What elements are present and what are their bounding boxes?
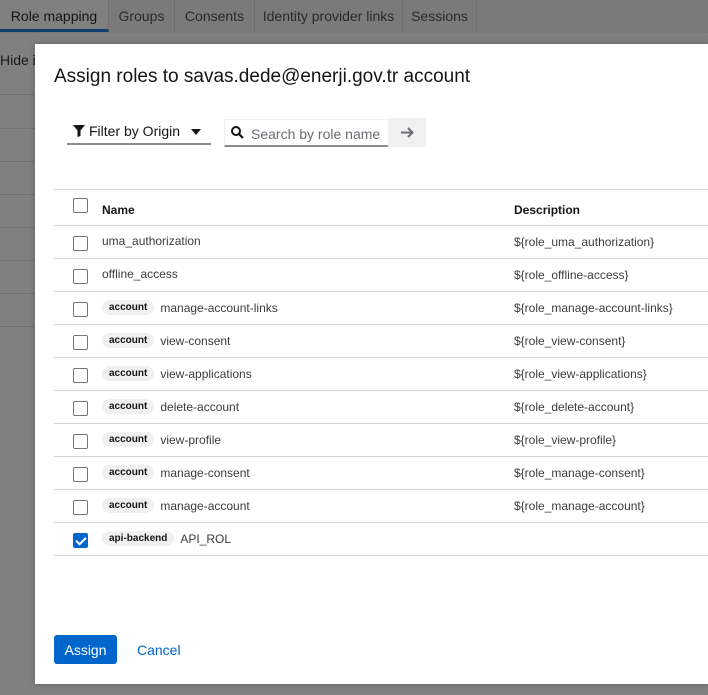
role-name: view-consent bbox=[160, 333, 231, 348]
role-name: view-profile bbox=[160, 432, 222, 447]
table-row: account manage-consent ${role_manage-conse… bbox=[54, 457, 708, 490]
row-checkbox[interactable] bbox=[73, 401, 88, 416]
search-input[interactable] bbox=[249, 123, 387, 145]
row-checkbox[interactable] bbox=[73, 236, 88, 251]
search-icon bbox=[231, 126, 244, 139]
search-box bbox=[224, 119, 388, 147]
role-name-cell: account view-applications bbox=[102, 366, 252, 381]
role-name-cell: api-backend API_ROL bbox=[102, 531, 231, 546]
role-description: ${role_manage-account} bbox=[514, 499, 645, 513]
divider bbox=[0, 94, 36, 95]
tab-groups[interactable]: Groups bbox=[109, 0, 175, 32]
tab-sessions[interactable]: Sessions bbox=[403, 0, 477, 32]
table-row: account manage-account-links ${role_manage… bbox=[54, 292, 708, 325]
client-badge: api-backend bbox=[102, 531, 175, 546]
table-header: Name Description bbox=[54, 189, 708, 226]
role-description: ${role_manage-account-links} bbox=[514, 301, 673, 315]
divider bbox=[0, 194, 36, 195]
cancel-button[interactable]: Cancel bbox=[137, 642, 181, 658]
tab-role-mapping[interactable]: Role mapping bbox=[0, 0, 109, 32]
role-name-cell: account view-profile bbox=[102, 432, 221, 447]
role-description: ${role_view-profile} bbox=[514, 433, 617, 447]
assign-roles-modal: Assign roles to savas.dede@enerji.gov.tr… bbox=[35, 44, 708, 684]
role-name: view-applications bbox=[160, 366, 252, 381]
role-name: offline_access bbox=[102, 267, 178, 281]
role-name-cell: account manage-account bbox=[102, 498, 250, 513]
role-name: uma_authorization bbox=[102, 234, 201, 248]
row-checkbox[interactable] bbox=[73, 368, 88, 383]
caret-down-icon bbox=[191, 129, 201, 135]
table-row: account delete-account ${role_delete-accou… bbox=[54, 391, 708, 424]
filter-icon bbox=[73, 125, 85, 137]
role-name-cell: offline_access bbox=[102, 267, 178, 281]
divider bbox=[0, 227, 36, 228]
divider bbox=[0, 128, 36, 129]
row-checkbox[interactable] bbox=[73, 467, 88, 482]
role-name-cell: account view-consent bbox=[102, 333, 230, 348]
role-description: ${role_manage-consent} bbox=[514, 466, 645, 480]
roles-table: Name Description uma_authorization ${role… bbox=[54, 189, 708, 556]
role-name: manage-account-links bbox=[160, 300, 278, 315]
role-name: delete-account bbox=[160, 399, 240, 414]
role-name: API_ROL bbox=[180, 531, 232, 546]
search-submit-button[interactable] bbox=[388, 118, 426, 147]
table-row: api-backend API_ROL bbox=[54, 523, 708, 556]
tab-identity-provider-links[interactable]: Identity provider links bbox=[255, 0, 403, 32]
table-row: account manage-account ${role_manage-accou… bbox=[54, 490, 708, 523]
row-checkbox[interactable] bbox=[73, 434, 88, 449]
table-row: offline_access ${role_offline-access} bbox=[54, 259, 708, 292]
client-badge: account bbox=[102, 366, 155, 381]
user-tabs: Role mapping Groups Consents Identity pr… bbox=[0, 0, 708, 33]
divider bbox=[0, 161, 36, 162]
role-name-cell: account manage-consent bbox=[102, 465, 250, 480]
client-badge: account bbox=[102, 498, 155, 513]
tab-consents[interactable]: Consents bbox=[175, 0, 255, 32]
role-name-cell: account manage-account-links bbox=[102, 300, 278, 315]
row-checkbox[interactable] bbox=[73, 302, 88, 317]
client-badge: account bbox=[102, 399, 155, 414]
role-description: ${role_view-applications} bbox=[514, 367, 647, 381]
row-checkbox[interactable] bbox=[73, 269, 88, 284]
role-description: ${role_view-consent} bbox=[514, 334, 626, 348]
assign-button[interactable]: Assign bbox=[54, 635, 117, 664]
filter-by-origin-dropdown[interactable]: Filter by Origin bbox=[67, 119, 211, 145]
role-name-cell: account delete-account bbox=[102, 399, 239, 414]
table-row: uma_authorization ${role_uma_authorizatio… bbox=[54, 226, 708, 259]
divider bbox=[0, 326, 36, 327]
client-badge: account bbox=[102, 300, 155, 315]
table-row: account view-applications ${role_view-appl… bbox=[54, 358, 708, 391]
arrow-right-icon bbox=[400, 127, 414, 138]
client-badge: account bbox=[102, 432, 155, 447]
role-description: ${role_uma_authorization} bbox=[514, 235, 655, 249]
row-checkbox[interactable] bbox=[73, 500, 88, 515]
table-row: account view-profile ${role_view-profile} bbox=[54, 424, 708, 457]
table-row: account view-consent ${role_view-consent} bbox=[54, 325, 708, 358]
column-header-name[interactable]: Name bbox=[102, 203, 135, 217]
modal-title: Assign roles to savas.dede@enerji.gov.tr… bbox=[54, 66, 471, 87]
role-name: manage-account bbox=[160, 498, 250, 513]
role-name: manage-consent bbox=[160, 465, 250, 480]
divider bbox=[0, 293, 36, 294]
role-description: ${role_offline-access} bbox=[514, 268, 629, 282]
row-checkbox[interactable] bbox=[73, 335, 88, 350]
select-all-checkbox[interactable] bbox=[73, 198, 88, 213]
filter-label: Filter by Origin bbox=[89, 123, 181, 139]
client-badge: account bbox=[102, 333, 155, 348]
client-badge: account bbox=[102, 465, 155, 480]
role-name-cell: uma_authorization bbox=[102, 234, 201, 248]
row-checkbox[interactable] bbox=[73, 533, 88, 548]
role-description: ${role_delete-account} bbox=[514, 400, 635, 414]
divider bbox=[0, 260, 36, 261]
column-header-description[interactable]: Description bbox=[514, 203, 580, 217]
